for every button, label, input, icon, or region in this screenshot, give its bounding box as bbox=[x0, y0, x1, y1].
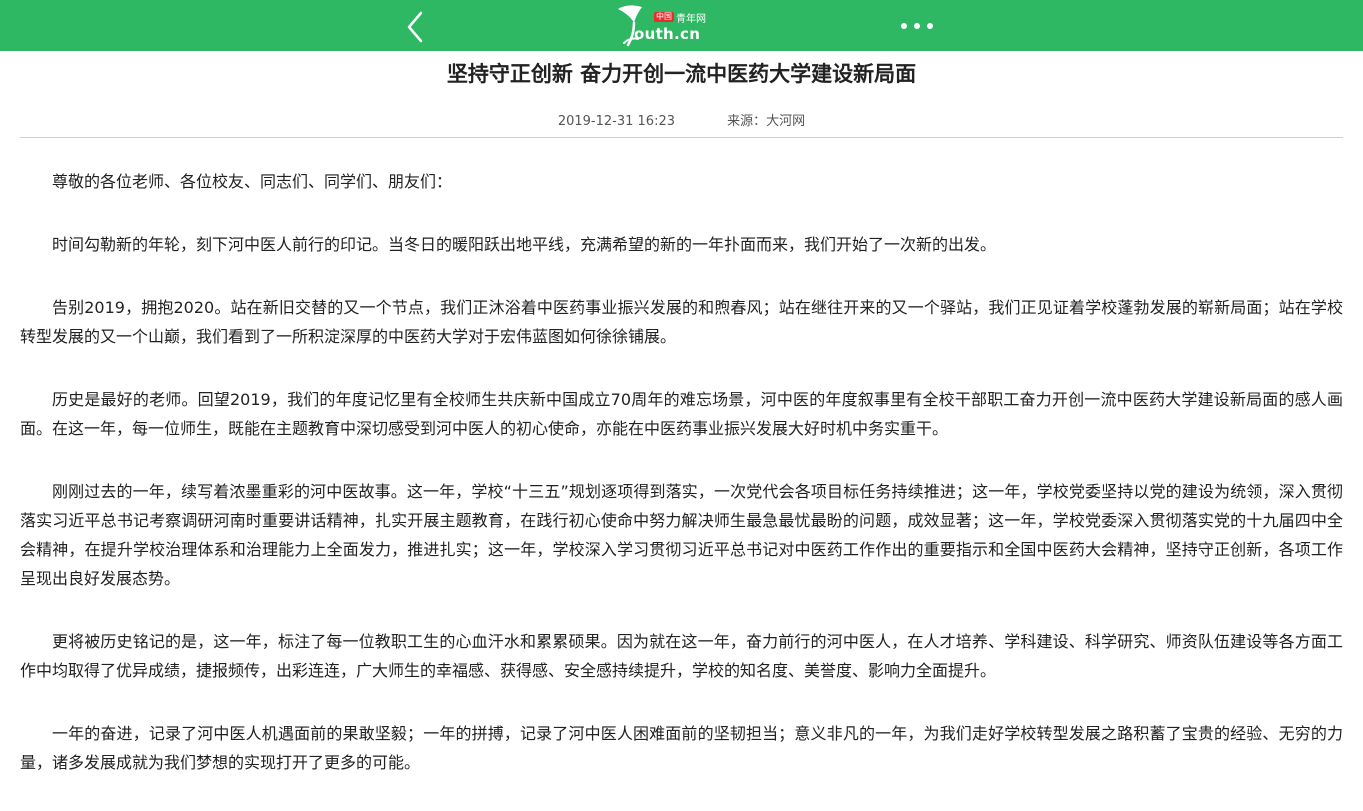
article-title: 坚持守正创新 奋力开创一流中医药大学建设新局面 bbox=[446, 62, 917, 86]
youth-cn-logo[interactable]: 中国 青年网 outh.cn bbox=[614, 3, 714, 49]
publish-date: 2019-12-31 16:23 bbox=[557, 114, 675, 129]
back-button[interactable] bbox=[398, 8, 434, 44]
logo-badge-cn: 中国 bbox=[654, 12, 674, 22]
more-options-button[interactable] bbox=[893, 12, 941, 40]
chevron-left-icon bbox=[407, 11, 423, 43]
article-body: 尊敬的各位老师、各位校友、同志们、同学们、朋友们： 时间勾勒新的年轮，刻下河中医… bbox=[20, 167, 1343, 811]
more-dots-icon bbox=[901, 23, 907, 29]
top-navigation-bar: 中国 青年网 outh.cn bbox=[0, 0, 1363, 51]
article-paragraph: 更将被历史铭记的是，这一年，标注了每一位教职工生的心血汗水和累累硕果。因为就在这… bbox=[20, 632, 1343, 680]
logo-badge: 中国 青年网 bbox=[654, 11, 706, 25]
article-paragraph: 历史是最好的老师。回望2019，我们的年度记忆里有全校师生共庆新中国成立70周年… bbox=[20, 390, 1343, 438]
article-source: 来源：大河网 bbox=[727, 114, 806, 129]
article-meta: 2019-12-31 16:23 来源：大河网 bbox=[0, 112, 1363, 132]
article-paragraph: 时间勾勒新的年轮，刻下河中医人前行的印记。当冬日的暖阳跃出地平线，充满希望的新的… bbox=[52, 235, 997, 254]
logo-text: outh.cn bbox=[634, 25, 701, 43]
more-dots-icon bbox=[914, 23, 920, 29]
article-paragraph: 一年的奋进，记录了河中医人机遇面前的果敢坚毅；一年的拼搏，记录了河中医人困难面前… bbox=[20, 724, 1343, 772]
article-paragraph: 刚刚过去的一年，续写着浓墨重彩的河中医故事。这一年，学校“十三五”规划逐项得到落… bbox=[20, 482, 1343, 588]
logo-badge-text: 青年网 bbox=[676, 13, 706, 25]
article-paragraph: 告别2019，拥抱2020。站在新旧交替的又一个节点，我们正沐浴着中医药事业振兴… bbox=[20, 298, 1343, 346]
more-dots-icon bbox=[927, 23, 933, 29]
article-paragraph: 尊敬的各位老师、各位校友、同志们、同学们、朋友们： bbox=[52, 172, 453, 191]
title-divider bbox=[20, 137, 1343, 138]
